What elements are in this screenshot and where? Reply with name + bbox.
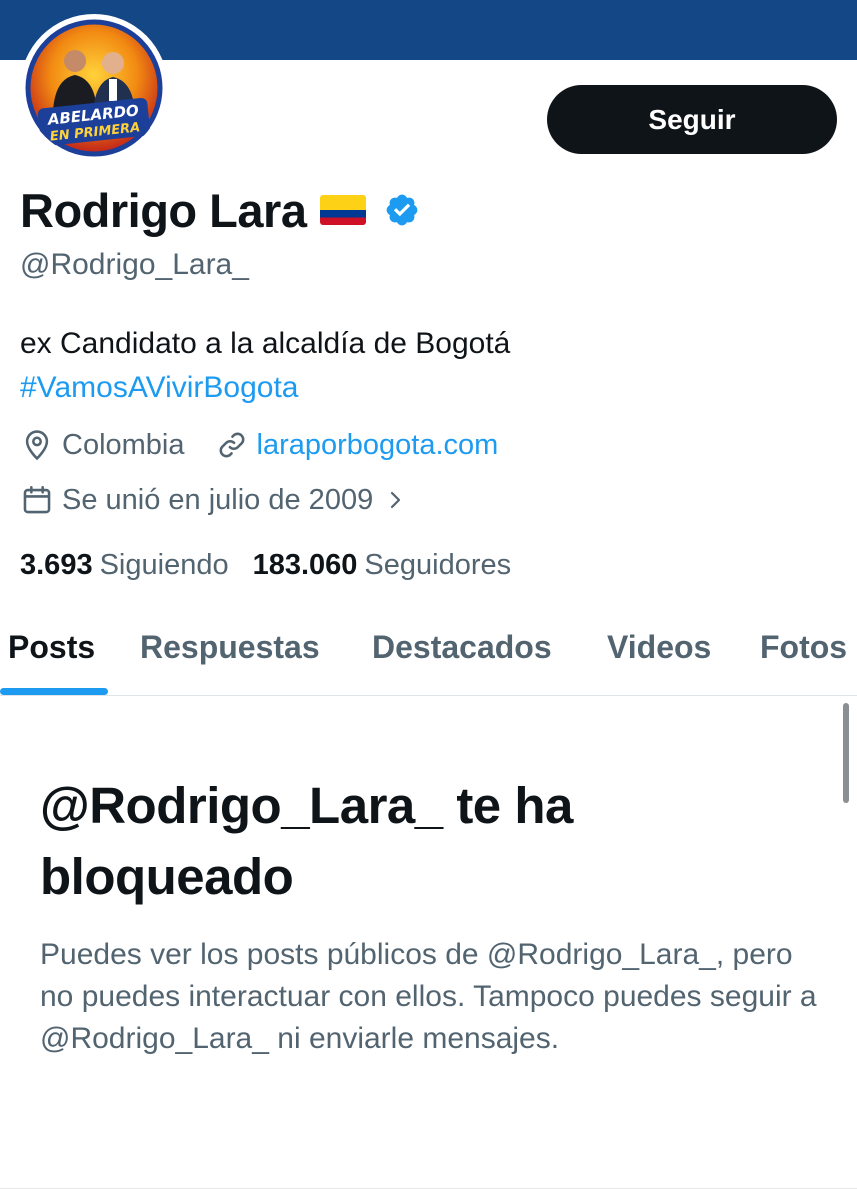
blocked-title: @Rodrigo_Lara_ te ha bloqueado [40,777,573,905]
profile-tabs: Posts Respuestas Destacados Videos Fotos [0,600,857,696]
divider [0,1188,857,1189]
link-icon [219,432,244,458]
following-count: 3.693 [20,548,93,581]
follow-stats: 3.693 Siguiendo 183.060 Seguidores [20,545,511,585]
display-name: Rodrigo Lara [20,183,307,237]
verified-badge-icon[interactable] [384,192,420,228]
bio: ex Candidato a la alcaldía de Bogotá #Va… [20,322,510,410]
calendar-icon [23,485,51,514]
followers-stat[interactable]: 183.060 Seguidores [253,549,512,582]
website-item[interactable]: laraporbogota.com [215,428,499,462]
followers-label: Seguidores [364,548,512,581]
handle: @Rodrigo_Lara_ [20,248,249,281]
tab-videos[interactable]: Videos [607,600,711,695]
avatar[interactable]: ABELARDO EN PRIMERA [20,14,168,162]
avatar-image: ABELARDO EN PRIMERA [25,19,163,157]
tab-respuestas[interactable]: Respuestas [140,600,320,695]
location-item: Colombia [20,428,185,462]
bio-text: ex Candidato a la alcaldía de Bogotá [20,327,511,360]
tab-fotos[interactable]: Fotos [760,600,847,695]
website-link[interactable]: laraporbogota.com [257,429,499,462]
display-name-row: Rodrigo Lara [20,180,420,240]
tab-destacados[interactable]: Destacados [372,600,552,695]
follow-button[interactable]: Seguir [547,85,837,154]
bio-hashtag-link[interactable]: #VamosAVivirBogota [20,366,510,410]
location-text: Colombia [62,428,185,461]
followers-count: 183.060 [252,548,358,581]
colombia-flag-icon [320,195,367,225]
joined-item[interactable]: Se unió en julio de 2009 [20,483,407,517]
chevron-right-icon [391,491,401,509]
joined-row[interactable]: Se unió en julio de 2009 [20,480,407,520]
following-stat[interactable]: 3.693 Siguiendo [20,549,229,582]
joined-text: Se unió en julio de 2009 [62,483,374,516]
active-tab-indicator [0,688,108,695]
scrollbar[interactable] [843,703,849,803]
tab-posts[interactable]: Posts [8,600,95,695]
profile-meta-row: Colombia laraporbogota.com [20,425,498,465]
following-label: Siguiendo [99,548,229,581]
location-pin-icon [25,430,49,461]
blocked-description: Puedes ver los posts públicos de @Rodrig… [40,938,817,1055]
